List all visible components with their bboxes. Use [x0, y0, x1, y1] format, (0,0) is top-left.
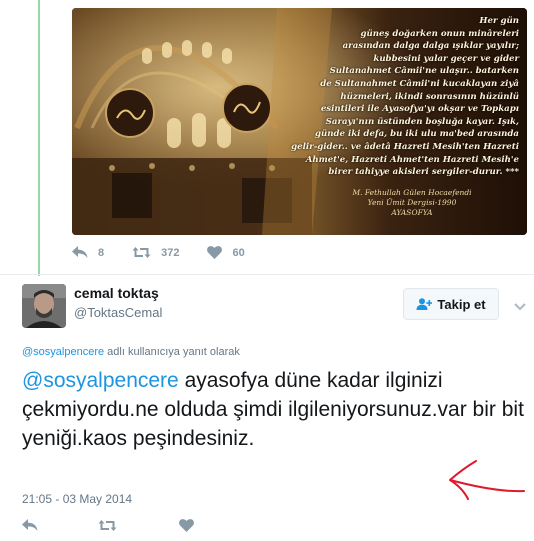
quote-line: esintileri ile Ayasofya'yı okşar ve Topk… [320, 104, 519, 115]
quote-line: Ahmet'e, Hazreti Ahmet'ten Hazreti Mesih… [305, 154, 519, 165]
quote-line: güneş doğarken onun minâreleri [360, 28, 519, 39]
signature-line: Yeni Ümit Dergisi-1990 [367, 198, 457, 207]
quote-line: Her gün [479, 16, 519, 26]
reply-context-text: adlı kullanıcıya yanıt olarak [104, 346, 240, 358]
media-signature: M. Fethullah Gülen Hocaefendi Yeni Ümit … [342, 188, 482, 218]
quote-line: arasından dalga dalga ışıklar yayılır; [342, 41, 519, 52]
quote-line: Sarayı'nın üstünden boşluğa kayar. Işık, [325, 116, 519, 127]
retweet-button[interactable] [98, 519, 127, 532]
previous-tweet-actions: 8 372 60 [72, 246, 273, 259]
avatar[interactable] [22, 284, 66, 328]
signature-line: AYASOFYA [391, 208, 433, 217]
quote-line: gelir-gider.. ve âdetâ Hazreti Mesih'ten… [291, 141, 519, 152]
like-icon [207, 246, 223, 259]
avatar-photo [22, 284, 66, 328]
signature-line: M. Fethullah Gülen Hocaefendi [352, 188, 472, 197]
quote-line: Sultanahmet Câmii'ne ulaşır.. batarken [329, 66, 519, 77]
reply-button[interactable]: 8 [72, 246, 104, 259]
tweet-text: @sosyalpencere ayasofya düne kadar ilgin… [22, 366, 527, 453]
reply-count: 8 [98, 246, 105, 259]
retweet-button[interactable]: 372 [132, 246, 179, 259]
retweet-icon [132, 247, 151, 258]
follow-user-icon [416, 298, 433, 310]
author-name[interactable]: cemal toktaş [74, 285, 159, 301]
reply-icon [72, 246, 88, 258]
like-button[interactable] [179, 519, 204, 532]
like-button[interactable]: 60 [207, 246, 245, 259]
more-options-button[interactable] [514, 298, 526, 316]
quote-line: kubbesini yalar geçer ve gider [373, 53, 519, 64]
tweet-media-image[interactable]: Her gün güneş doğarken onun minâreleri a… [72, 8, 527, 235]
quote-line: günde iki defa, bu iki ulu ma'bed arasın… [314, 129, 519, 140]
tweet-timestamp[interactable]: 21:05 - 03 May 2014 [22, 492, 132, 506]
reply-context: @sosyalpencere adlı kullanıcıya yanıt ol… [22, 346, 240, 358]
media-quote-text: Her gün güneş doğarken onun minâreleri a… [269, 15, 519, 179]
quote-line: de Sultanahmet Câmii'ni kucaklayan ziyâ [320, 78, 519, 89]
thread-connector-line [38, 0, 40, 276]
tweet-actions [22, 519, 232, 532]
red-annotation-arrow [449, 460, 525, 500]
like-icon [179, 519, 194, 532]
quote-line: hüzmeleri, ikindi sonrasının hüzünlü [340, 91, 519, 102]
reply-icon [22, 519, 38, 531]
quote-line: birer tahiyye akisleri sergiler-durur. *… [328, 167, 519, 178]
tweet-mention-link[interactable]: @sosyalpencere [22, 369, 179, 392]
retweet-icon [98, 520, 117, 531]
reply-context-mention-link[interactable]: @sosyalpencere [22, 346, 104, 358]
follow-button-label: Takip et [437, 296, 486, 312]
retweet-count: 372 [161, 246, 180, 259]
tweet-divider [0, 274, 534, 275]
follow-button[interactable]: Takip et [403, 288, 499, 320]
like-count: 60 [232, 246, 245, 259]
chevron-down-icon [514, 303, 526, 311]
author-handle[interactable]: @ToktasCemal [74, 305, 162, 320]
reply-button[interactable] [22, 519, 48, 532]
